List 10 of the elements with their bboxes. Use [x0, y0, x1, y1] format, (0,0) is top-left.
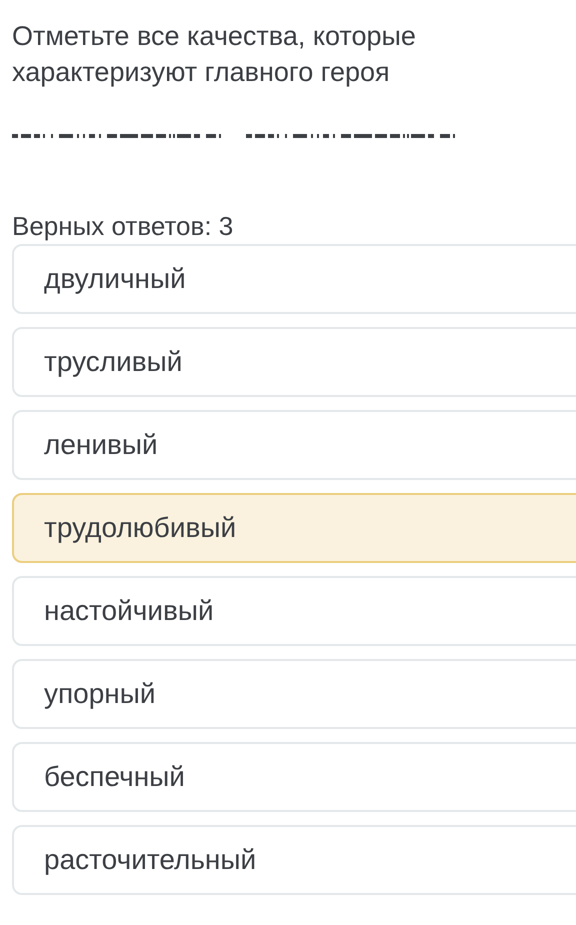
answer-option[interactable]: упорный [12, 659, 576, 729]
answer-option[interactable]: настойчивый [12, 576, 576, 646]
answer-option[interactable]: ленивый [12, 410, 576, 480]
answer-count: Верных ответов: 3 [12, 210, 234, 242]
answer-option[interactable]: беспечный [12, 742, 576, 812]
question-text: Отметьте все качества, которые характеризуют главного героя [12, 20, 417, 89]
answer-option[interactable]: двуличный [12, 244, 576, 314]
answer-option[interactable]: расточительный [12, 825, 576, 895]
answer-option[interactable]: трудолюбивый [12, 493, 576, 563]
answer-option[interactable]: трусливый [12, 327, 576, 397]
